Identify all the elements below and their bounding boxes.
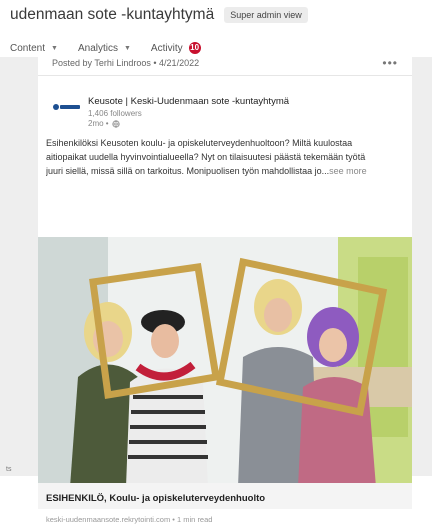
chevron-down-icon: ▼	[51, 44, 58, 52]
keusote-logo	[53, 104, 80, 110]
post-text: Esihenkilöksi Keusoten koulu- ja opiskel…	[46, 136, 406, 178]
see-more-link[interactable]: see more	[329, 166, 367, 176]
tab-activity-label: Activity	[150, 42, 183, 54]
post-image[interactable]	[38, 237, 412, 487]
nav-tabs: Content ▼ Analytics ▼ Activity 10	[10, 42, 221, 54]
post-text-line: aitiopaikat uudella hyvinvointialueella?…	[46, 152, 366, 162]
posted-by: Posted by Terhi Lindroos • 4/21/2022	[52, 58, 200, 68]
link-source: keski-uudenmaansote.rekrytointi.com • 1 …	[46, 515, 213, 524]
org-name[interactable]: Keusote | Keski-Uudenmaan sote -kuntayht…	[88, 96, 289, 107]
tab-content-label: Content	[10, 42, 46, 54]
header: udenmaan sote -kuntayhtymä Super admin v…	[10, 6, 308, 24]
post-age: 2mo •	[88, 119, 109, 128]
post-meta: 2mo •	[88, 119, 120, 128]
tab-content[interactable]: Content ▼	[10, 43, 58, 54]
page-title: udenmaan sote -kuntayhtymä	[10, 6, 215, 23]
followers-count: 1,406 followers	[88, 109, 142, 118]
chevron-down-icon: ▼	[123, 44, 131, 52]
link-title[interactable]: ESIHENKILÖ, Koulu- ja opiskeluterveydenh…	[46, 493, 265, 504]
activity-count-badge: 10	[188, 42, 201, 54]
post-card: Posted by Terhi Lindroos • 4/21/2022 •••…	[38, 56, 412, 524]
globe-icon	[111, 119, 120, 128]
super-admin-badge: Super admin view	[224, 7, 308, 23]
tab-analytics[interactable]: Analytics ▼	[78, 43, 131, 54]
post-text-line: Esihenkilöksi Keusoten koulu- ja opiskel…	[46, 138, 353, 148]
more-options-icon[interactable]: •••	[382, 56, 398, 70]
post-text-line-end: juuri siellä, missä sillä on tarkoitus. …	[46, 166, 330, 176]
bottom-text-fragment: ts	[6, 466, 12, 473]
tab-activity[interactable]: Activity 10	[151, 42, 201, 54]
post-text-line: juuri siellä, missä sillä on tarkoitus. …	[46, 164, 406, 178]
divider	[38, 75, 412, 76]
tab-analytics-label: Analytics	[77, 42, 118, 54]
